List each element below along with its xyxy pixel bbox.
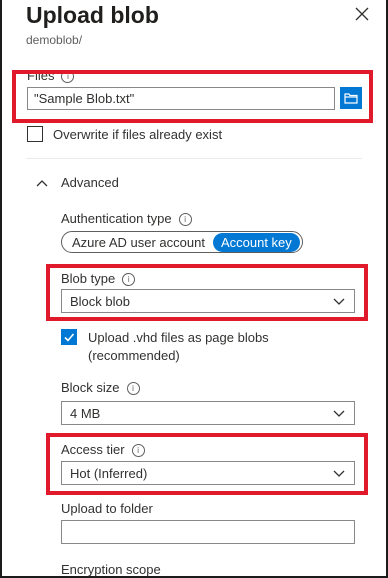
upload-folder-label: Upload to folder [61, 501, 153, 516]
block-size-label: Block size i [61, 380, 140, 395]
vhd-page-blob-checkbox[interactable] [61, 329, 77, 345]
info-icon[interactable]: i [126, 382, 140, 395]
block-size-dropdown[interactable]: 4 MB [61, 401, 355, 425]
files-input-value: "Sample Blob.txt" [34, 91, 135, 106]
auth-option-account-key[interactable]: Account key [212, 232, 300, 252]
block-size-label-text: Block size [61, 380, 120, 395]
block-size-value: 4 MB [70, 405, 101, 421]
info-icon[interactable]: i [131, 444, 145, 457]
access-tier-dropdown[interactable]: Hot (Inferred) [61, 461, 355, 485]
auth-type-label-text: Authentication type [61, 211, 172, 226]
folder-icon [344, 93, 358, 104]
chevron-down-icon [333, 410, 345, 417]
close-icon[interactable] [354, 6, 370, 22]
encryption-scope-label: Encryption scope [61, 562, 161, 577]
page-title: Upload blob [26, 2, 159, 28]
files-label: Files i [27, 68, 75, 83]
chevron-down-icon [333, 298, 345, 305]
divider [26, 158, 362, 159]
files-input[interactable]: "Sample Blob.txt" [27, 87, 335, 110]
info-icon[interactable]: i [61, 70, 75, 83]
info-icon[interactable]: i [122, 273, 136, 286]
vhd-label-line2: (recommended) [88, 348, 180, 363]
breadcrumb: demoblob/ [26, 33, 83, 47]
access-tier-label-text: Access tier [61, 442, 125, 457]
access-tier-value: Hot (Inferred) [70, 465, 148, 481]
checkmark-icon [64, 333, 75, 342]
upload-folder-input[interactable] [61, 520, 355, 544]
chevron-up-icon [36, 179, 48, 186]
files-label-text: Files [27, 68, 55, 83]
auth-type-label: Authentication type i [61, 211, 192, 226]
vhd-label: Upload .vhd files as page blobs (recomme… [88, 329, 269, 365]
chevron-down-icon [333, 470, 345, 477]
blob-type-value: Block blob [70, 293, 130, 309]
access-tier-label: Access tier i [61, 442, 145, 457]
advanced-label: Advanced [61, 175, 119, 190]
blob-type-dropdown[interactable]: Block blob [61, 289, 355, 313]
advanced-toggle[interactable]: Advanced [36, 175, 119, 190]
overwrite-checkbox[interactable] [27, 126, 43, 142]
auth-option-azure-ad[interactable]: Azure AD user account [72, 235, 205, 250]
auth-type-toggle[interactable]: Azure AD user account Account key [61, 231, 303, 253]
overwrite-label: Overwrite if files already exist [53, 127, 223, 142]
blob-type-label-text: Blob type [61, 271, 116, 286]
info-icon[interactable]: i [178, 213, 192, 226]
vhd-label-line1: Upload .vhd files as page blobs [88, 330, 269, 345]
browse-files-button[interactable] [340, 87, 362, 109]
blob-type-label: Blob type i [61, 271, 136, 286]
